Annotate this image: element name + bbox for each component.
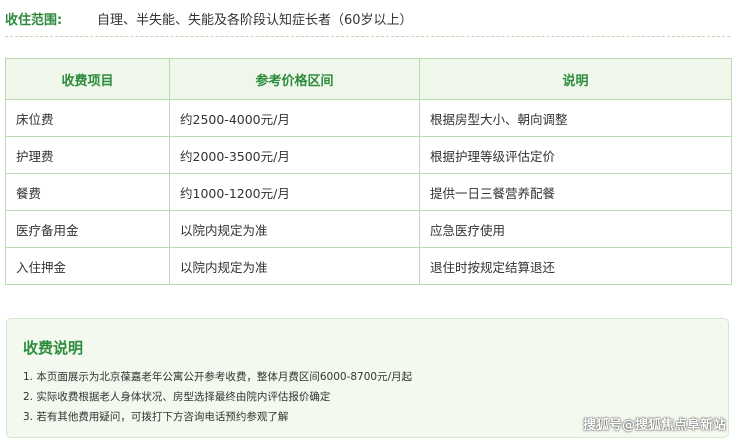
table-row: 餐费 约1000-1200元/月 提供一日三餐营养配餐 — [5, 173, 732, 211]
table-row: 护理费 约2000-3500元/月 根据护理等级评估定价 — [5, 136, 732, 174]
admission-scope-label: 收住范围: — [5, 12, 63, 28]
header-description: 说明 — [419, 58, 732, 100]
admission-scope-value: 自理、半失能、失能及各阶段认知症长者（60岁以上） — [97, 12, 413, 28]
watermark: 搜狐号@搜狐焦点阜新站 — [582, 418, 726, 433]
fee-notes-list: 1. 本页面展示为北京葆嘉老年公寓公开参考收费，整体月费区间6000-8700元… — [23, 367, 412, 427]
header-fee-item: 收费项目 — [5, 58, 170, 100]
price-range-cell: 约2500-4000元/月 — [169, 99, 420, 137]
table-row: 入住押金 以院内规定为准 退住时按规定结算退还 — [5, 247, 732, 285]
price-range-cell: 约1000-1200元/月 — [169, 173, 420, 211]
fee-item-cell: 护理费 — [5, 136, 170, 174]
fee-notes-title: 收费说明 — [23, 339, 84, 357]
description-cell: 退住时按规定结算退还 — [419, 247, 732, 285]
fee-item-cell: 医疗备用金 — [5, 210, 170, 248]
price-range-cell: 约2000-3500元/月 — [169, 136, 420, 174]
list-item: 3. 若有其他费用疑问，可拨打下方咨询电话预约参观了解 — [23, 411, 289, 423]
header-price-range: 参考价格区间 — [169, 58, 420, 100]
description-cell: 根据护理等级评估定价 — [419, 136, 732, 174]
description-cell: 提供一日三餐营养配餐 — [419, 173, 732, 211]
price-range-cell: 以院内规定为准 — [169, 210, 420, 248]
admission-scope-row: 收住范围: 自理、半失能、失能及各阶段认知症长者（60岁以上） — [5, 0, 730, 37]
fee-item-cell: 餐费 — [5, 173, 170, 211]
fee-table-header-row: 收费项目 参考价格区间 说明 — [5, 58, 732, 100]
fee-item-cell: 床位费 — [5, 99, 170, 137]
description-cell: 应急医疗使用 — [419, 210, 732, 248]
description-cell: 根据房型大小、朝向调整 — [419, 99, 732, 137]
fee-item-cell: 入住押金 — [5, 247, 170, 285]
table-row: 医疗备用金 以院内规定为准 应急医疗使用 — [5, 210, 732, 248]
table-row: 床位费 约2500-4000元/月 根据房型大小、朝向调整 — [5, 99, 732, 137]
fee-table: 收费项目 参考价格区间 说明 床位费 约2500-4000元/月 根据房型大小、… — [5, 58, 732, 285]
price-range-cell: 以院内规定为准 — [169, 247, 420, 285]
list-item: 2. 实际收费根据老人身体状况、房型选择最终由院内评估报价确定 — [23, 391, 331, 403]
list-item: 1. 本页面展示为北京葆嘉老年公寓公开参考收费，整体月费区间6000-8700元… — [23, 371, 413, 383]
